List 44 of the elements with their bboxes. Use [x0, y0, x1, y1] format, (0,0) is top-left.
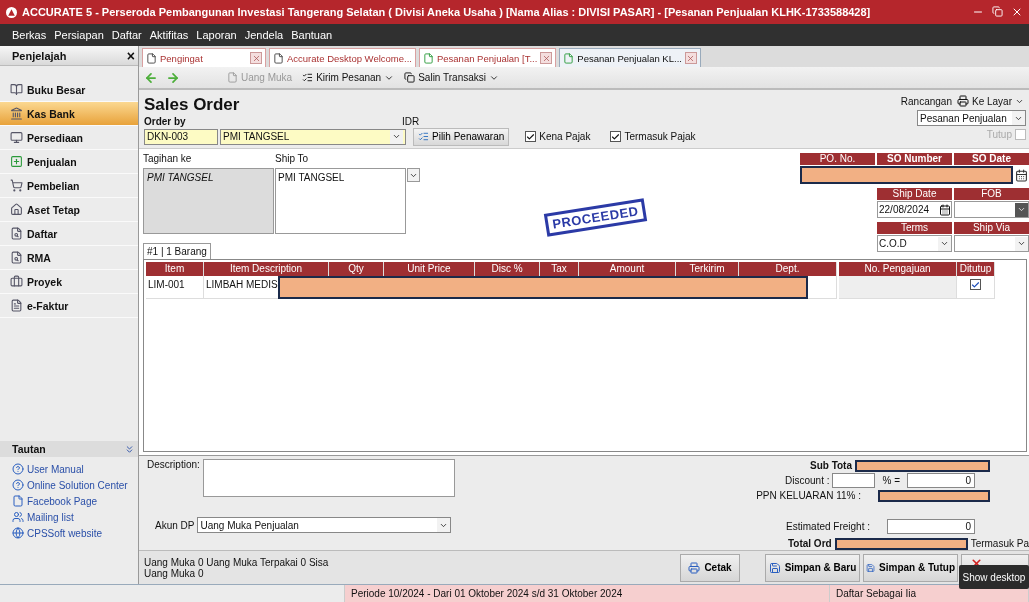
column-header: Tax	[540, 262, 579, 276]
checkbox-label: Tutup	[986, 129, 1012, 140]
column-header: No. Pengajuan	[839, 262, 957, 276]
field-label: Description:	[147, 459, 200, 472]
field-label: Order by	[144, 116, 187, 127]
field-label: Akun DP	[155, 519, 195, 531]
window-title: ACCURATE 5 - Perseroda Pembangunan Investasi Tangerang Selatan ( Divisi Aneka Usaha ) [Nama Alias : DIVISI PASAR] - [Pesanan Penjualan KLHK-1733588428]	[22, 6, 872, 18]
field-label: Termasuk Pa	[970, 538, 1029, 549]
down-payment-summary: Uang Muka 0 Uang Muka Terpakai 0 Sisa Uang Muka 0	[144, 556, 330, 579]
proceeded-stamp: PROCEEDED	[543, 197, 648, 237]
sidebar-title: Penjelajah	[12, 49, 67, 62]
field-label: Total Ord	[787, 538, 832, 549]
field-label: Ship To	[275, 153, 310, 165]
column-header: Unit Price	[384, 262, 475, 276]
registration-status: Daftar Sebagai Iia	[830, 585, 1029, 602]
column-header: Qty	[329, 262, 384, 276]
field-label: Rancangan	[900, 95, 952, 107]
links-title: Tautan	[12, 443, 46, 455]
column-header: SO Number	[877, 153, 952, 165]
column-header: Terkirim	[676, 262, 739, 276]
column-header: Dept.	[739, 262, 837, 276]
column-header: Ship Via	[954, 222, 1029, 234]
column-header: PO. No.	[800, 153, 875, 165]
currency-label: IDR	[402, 116, 420, 127]
field-label: Sub Tota	[809, 460, 852, 471]
column-header: FOB	[954, 188, 1029, 200]
column-header: Item	[146, 262, 204, 276]
column-header: Ditutup	[957, 262, 995, 276]
period-status: Periode 10/2024 - Dari 01 Oktober 2024 s/d 31 Oktober 2024	[345, 585, 830, 602]
field-label: % =	[882, 475, 900, 486]
field-label: PPN KELUARAN 11% :	[756, 490, 861, 501]
table-cell: LIM-001	[146, 276, 204, 299]
column-header: Amount	[579, 262, 676, 276]
tooltip: Show desktop	[959, 565, 1029, 589]
column-header: Item Description	[204, 262, 329, 276]
checkbox-label: Termasuk Pajak	[624, 131, 696, 142]
column-header: SO Date	[954, 153, 1029, 165]
column-header: Disc %	[475, 262, 540, 276]
column-header: Ship Date	[877, 188, 952, 200]
field-label: Tagihan ke	[143, 153, 193, 165]
field-label: Discount :	[785, 475, 830, 486]
field-label: Estimated Freight :	[786, 521, 870, 532]
column-header: Terms	[877, 222, 952, 234]
checkbox-label: Kena Pajak	[539, 131, 591, 142]
